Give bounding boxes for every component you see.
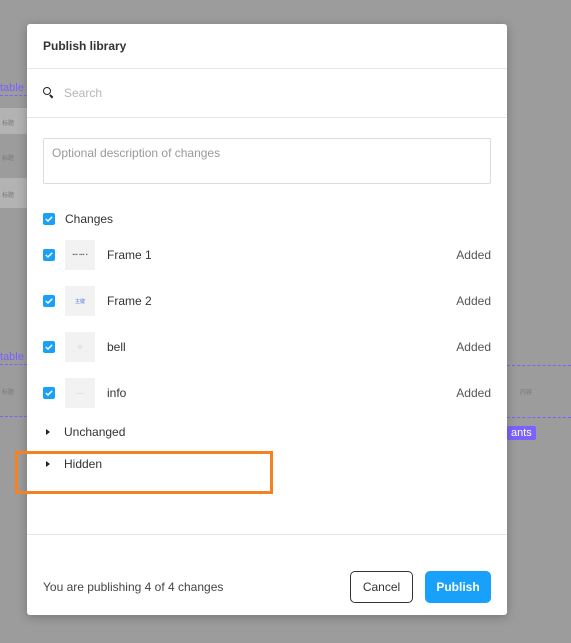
search-input[interactable]: [64, 86, 464, 100]
item-name: info: [107, 386, 127, 400]
canvas-guide-line-top: [0, 95, 27, 96]
unchanged-group-toggle[interactable]: Unchanged: [43, 425, 125, 439]
search-bar: [27, 69, 507, 118]
item-name: Frame 1: [107, 248, 152, 262]
hidden-group-toggle[interactable]: Hidden: [43, 457, 102, 471]
info-thumbnail: [65, 378, 95, 408]
modal-footer: You are publishing 4 of 4 changes Cancel…: [27, 534, 507, 615]
component-thumbnail: ▪▪▪ ▪▪▪ ▪: [65, 240, 95, 270]
unchanged-label: Unchanged: [64, 425, 126, 439]
cancel-button[interactable]: Cancel: [350, 571, 413, 603]
canvas-frame-label-top: table: [0, 82, 24, 94]
item-name: Frame 2: [107, 294, 152, 308]
hidden-label: Hidden: [64, 457, 103, 471]
caret-right-icon: [46, 429, 50, 435]
item-status: Added: [456, 340, 491, 354]
item-name: bell: [107, 340, 126, 354]
canvas-guide-line-mid-left: [0, 364, 27, 365]
change-item-frame-2[interactable]: 主键 Frame 2 Added: [43, 286, 491, 316]
bell-thumbnail: [65, 332, 95, 362]
canvas-frame-label-mid: table: [0, 351, 24, 363]
item-status: Added: [456, 294, 491, 308]
canvas-component-badge: ants: [507, 426, 536, 440]
canvas-table-cell: 标题: [2, 156, 15, 162]
search-icon: [43, 87, 55, 99]
item-status: Added: [456, 386, 491, 400]
changes-checkbox[interactable]: [43, 213, 55, 225]
canvas-guide-line-low-left: [0, 416, 27, 417]
item-checkbox[interactable]: [43, 249, 55, 261]
canvas-table-cell: 标题: [2, 390, 15, 396]
canvas-table-cell: 内容: [520, 390, 533, 396]
canvas-guide-line-low-right: [507, 417, 571, 418]
canvas-guide-line-mid-right: [507, 365, 571, 366]
item-checkbox[interactable]: [43, 295, 55, 307]
change-item-frame-1[interactable]: ▪▪▪ ▪▪▪ ▪ Frame 1 Added: [43, 240, 491, 270]
publish-button[interactable]: Publish: [425, 571, 491, 603]
change-item-info[interactable]: info Added: [43, 378, 491, 408]
canvas-table-cell: 标题: [2, 193, 15, 199]
canvas-table-cell: 标题: [2, 121, 15, 127]
item-checkbox[interactable]: [43, 387, 55, 399]
description-textarea[interactable]: Optional description of changes: [43, 138, 491, 184]
publish-summary: You are publishing 4 of 4 changes: [43, 580, 224, 594]
change-item-bell[interactable]: bell Added: [43, 332, 491, 362]
changes-group-header[interactable]: Changes: [43, 212, 113, 226]
info-icon: [76, 392, 84, 394]
component-thumbnail: 主键: [65, 286, 95, 316]
publish-library-modal: Publish library Optional description of …: [27, 24, 507, 615]
item-status: Added: [456, 248, 491, 262]
modal-title: Publish library: [43, 39, 127, 53]
caret-right-icon: [46, 461, 50, 467]
bell-icon: [78, 345, 82, 349]
changes-label: Changes: [65, 212, 114, 226]
item-checkbox[interactable]: [43, 341, 55, 353]
modal-header: Publish library: [27, 24, 507, 69]
